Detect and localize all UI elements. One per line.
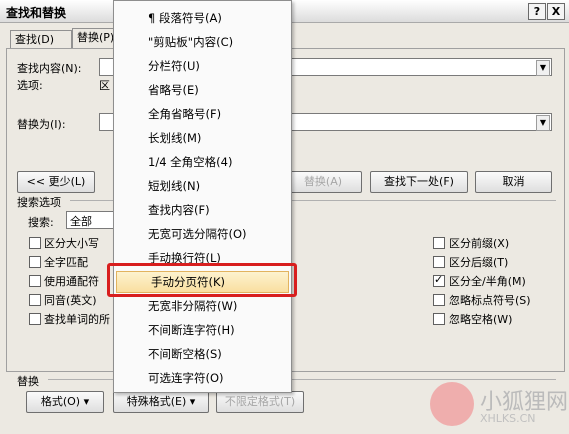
wildcards-label: 使用通配符 xyxy=(44,275,99,288)
site-watermark: 小狐狸网 XHLKS.CN xyxy=(430,382,568,432)
menu-item-nonbreaking-hyphen[interactable]: 不间断连字符(H) xyxy=(114,319,291,341)
menu-item-find-what-text[interactable]: 查找内容(F) xyxy=(114,199,291,221)
menu-item-em-dash[interactable]: 长划线(M) xyxy=(114,127,291,149)
fox-logo-icon xyxy=(430,382,474,426)
match-width-label: 区分全/半角(M) xyxy=(449,275,526,288)
match-case-label: 区分大小写 xyxy=(44,237,99,250)
match-prefix-checkbox[interactable] xyxy=(433,237,445,249)
menu-item-optional-break[interactable]: 无宽可选分隔符(O) xyxy=(114,223,291,245)
whole-word-checkbox[interactable] xyxy=(29,256,41,268)
menu-item-ellipsis[interactable]: 省略号(E) xyxy=(114,79,291,101)
search-direction-select[interactable]: 全部 xyxy=(66,211,114,229)
close-button[interactable]: X xyxy=(547,3,565,20)
replace-dropdown-icon[interactable]: ▼ xyxy=(536,115,550,131)
replace-section-title: 替换 xyxy=(17,375,39,388)
menu-item-nonbreaking-space[interactable]: 不间断空格(S) xyxy=(114,343,291,365)
menu-item-en-dash[interactable]: 短划线(N) xyxy=(114,175,291,197)
less-button[interactable]: << 更少(L) xyxy=(17,171,95,193)
find-dropdown-icon[interactable]: ▼ xyxy=(536,60,550,76)
search-direction-value: 全部 xyxy=(70,215,92,228)
all-word-forms-label: 查找单词的所 xyxy=(44,313,110,326)
options-value: 区 xyxy=(99,79,110,92)
all-word-forms-checkbox[interactable] xyxy=(29,313,41,325)
match-prefix-label: 区分前缀(X) xyxy=(449,237,510,250)
menu-item-no-width-non-break[interactable]: 无宽非分隔符(W) xyxy=(114,295,291,317)
find-what-label: 查找内容(N): xyxy=(17,62,82,75)
match-suffix-label: 区分后缀(T) xyxy=(449,256,509,269)
match-width-checkbox[interactable] xyxy=(433,273,445,287)
match-suffix-checkbox[interactable] xyxy=(433,256,445,268)
whole-word-label: 全字匹配 xyxy=(44,256,88,269)
sounds-like-checkbox[interactable] xyxy=(29,294,41,306)
no-formatting-button[interactable]: 不限定格式(T) xyxy=(216,391,304,413)
find-next-button[interactable]: 查找下一处(F) xyxy=(370,171,468,193)
sounds-like-label: 同音(英文) xyxy=(44,294,97,307)
ignore-punctuation-checkbox[interactable] xyxy=(433,294,445,306)
replace-with-label: 替换为(I): xyxy=(17,118,66,131)
replace-button[interactable]: 替换(A) xyxy=(284,171,362,193)
help-button[interactable]: ? xyxy=(528,3,546,20)
menu-item-clipboard-contents[interactable]: "剪贴板"内容(C) xyxy=(114,31,291,53)
ignore-space-checkbox[interactable] xyxy=(433,313,445,325)
window-title: 查找和替换 xyxy=(6,6,67,20)
wildcards-checkbox[interactable] xyxy=(29,275,41,287)
match-case-checkbox[interactable] xyxy=(29,237,41,249)
special-format-menu: ¶ 段落符号(A) "剪贴板"内容(C) 分栏符(U) 省略号(E) 全角省略号… xyxy=(113,0,292,393)
menu-item-fullwidth-ellipsis[interactable]: 全角省略号(F) xyxy=(114,103,291,125)
find-replace-dialog: 查找和替换 ? X 查找(D) 替换(P) 查找内容(N): ▼ 选项: 区 替… xyxy=(0,0,569,434)
highlight-annotation-box xyxy=(107,263,297,297)
options-label: 选项: xyxy=(17,79,43,92)
tab-find[interactable]: 查找(D) xyxy=(10,30,72,49)
menu-item-paragraph-mark[interactable]: ¶ 段落符号(A) xyxy=(114,7,291,29)
menu-item-quarter-em-space[interactable]: 1/4 全角空格(4) xyxy=(114,151,291,173)
menu-item-column-break[interactable]: 分栏符(U) xyxy=(114,55,291,77)
ignore-punctuation-label: 忽略标点符号(S) xyxy=(449,294,531,307)
watermark-en: XHLKS.CN xyxy=(480,412,536,425)
ignore-space-label: 忽略空格(W) xyxy=(449,313,513,326)
special-button[interactable]: 特殊格式(E) ▾ xyxy=(113,391,209,413)
format-button[interactable]: 格式(O) ▾ xyxy=(26,391,104,413)
search-direction-label: 搜索: xyxy=(28,216,54,229)
cancel-button[interactable]: 取消 xyxy=(475,171,552,193)
menu-item-optional-hyphen[interactable]: 可选连字符(O) xyxy=(114,367,291,389)
search-options-title: 搜索选项 xyxy=(17,196,61,209)
